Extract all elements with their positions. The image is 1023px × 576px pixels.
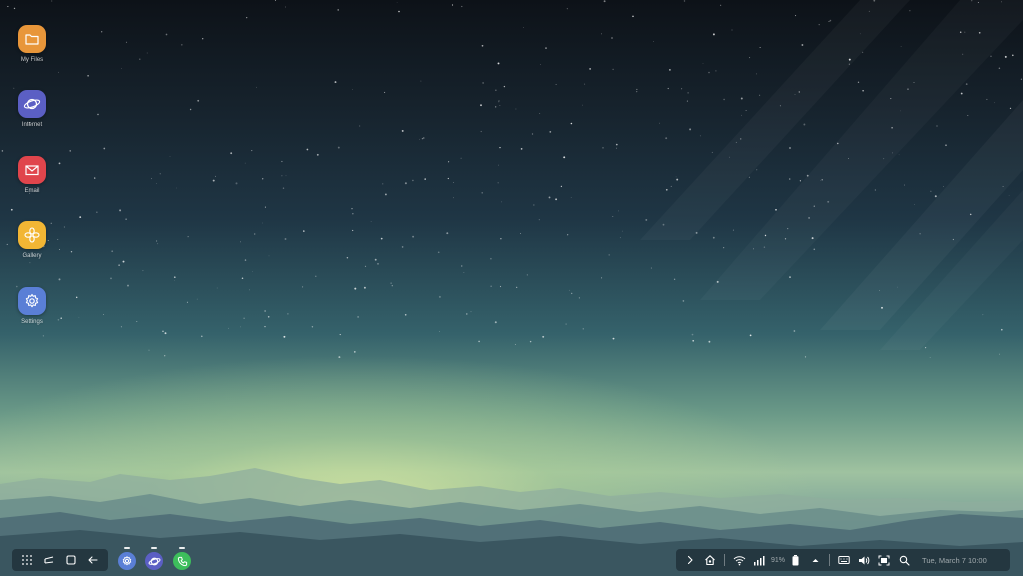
clock[interactable]: Tue, March 7 10:00 — [922, 556, 987, 565]
search-button[interactable] — [896, 551, 912, 569]
apps-button[interactable] — [18, 551, 36, 569]
wifi-icon — [733, 555, 745, 565]
wallpaper-mountains — [0, 468, 1023, 576]
system-tray: 91% Tue, March 7 10:00 — [676, 549, 1010, 571]
home-button[interactable] — [62, 551, 80, 569]
keyboard-button[interactable] — [836, 551, 852, 569]
shortcut-gallery[interactable]: Gallery — [10, 221, 54, 259]
signal-status[interactable] — [751, 551, 767, 569]
tray-divider — [829, 554, 831, 566]
gear-icon — [118, 552, 136, 570]
running-app-internet[interactable] — [143, 547, 165, 573]
shortcut-settings[interactable]: Settings — [10, 287, 54, 325]
keyboard-icon — [838, 556, 850, 564]
screen-capture-button[interactable] — [876, 551, 892, 569]
app-grid-icon — [22, 555, 32, 565]
wifi-status[interactable] — [731, 551, 747, 569]
planet-icon — [18, 90, 46, 118]
desktop[interactable]: My Files Internet Email Gallery Settings… — [0, 0, 1023, 576]
running-app-phone[interactable] — [171, 547, 193, 573]
recent-apps-icon — [44, 556, 54, 564]
shortcut-label: Settings — [21, 319, 43, 325]
smart-home-button[interactable] — [702, 551, 718, 569]
shortcut-label: Gallery — [22, 253, 42, 259]
search-icon — [899, 555, 910, 566]
running-indicator — [179, 547, 185, 549]
volume-button[interactable] — [856, 551, 872, 569]
gear-icon — [18, 287, 46, 315]
battery-percent: 91% — [771, 556, 786, 564]
battery-icon — [792, 554, 799, 565]
signal-bars-icon — [754, 555, 765, 565]
shortcut-internet[interactable]: Internet — [10, 90, 54, 128]
envelope-icon — [18, 156, 46, 184]
back-button[interactable] — [84, 551, 102, 569]
home-icon — [66, 555, 76, 565]
planet-icon — [145, 552, 163, 570]
screenshot-icon — [878, 555, 890, 565]
shortcut-email[interactable]: Email — [10, 156, 54, 194]
shortcut-my-files[interactable]: My Files — [10, 25, 54, 63]
running-app-settings[interactable] — [116, 547, 138, 573]
running-indicator — [151, 547, 157, 549]
shortcut-label: My Files — [20, 57, 44, 63]
recent-apps-button[interactable] — [40, 551, 58, 569]
chevron-right-icon — [687, 555, 693, 565]
shortcut-label: Email — [24, 188, 40, 194]
caret-up-icon — [812, 558, 819, 562]
running-indicator — [124, 547, 130, 549]
phone-icon — [173, 552, 191, 570]
back-arrow-icon — [88, 556, 98, 564]
tray-divider — [724, 554, 725, 566]
navigation-bar — [12, 549, 108, 571]
battery-status[interactable] — [787, 551, 803, 569]
notifications-expand-button[interactable] — [807, 551, 823, 569]
folder-icon — [18, 25, 46, 53]
expand-tray-button[interactable] — [682, 551, 698, 569]
flower-icon — [18, 221, 46, 249]
shortcut-label: Internet — [21, 122, 43, 128]
home-settings-icon — [705, 555, 715, 566]
speaker-icon — [859, 556, 870, 564]
